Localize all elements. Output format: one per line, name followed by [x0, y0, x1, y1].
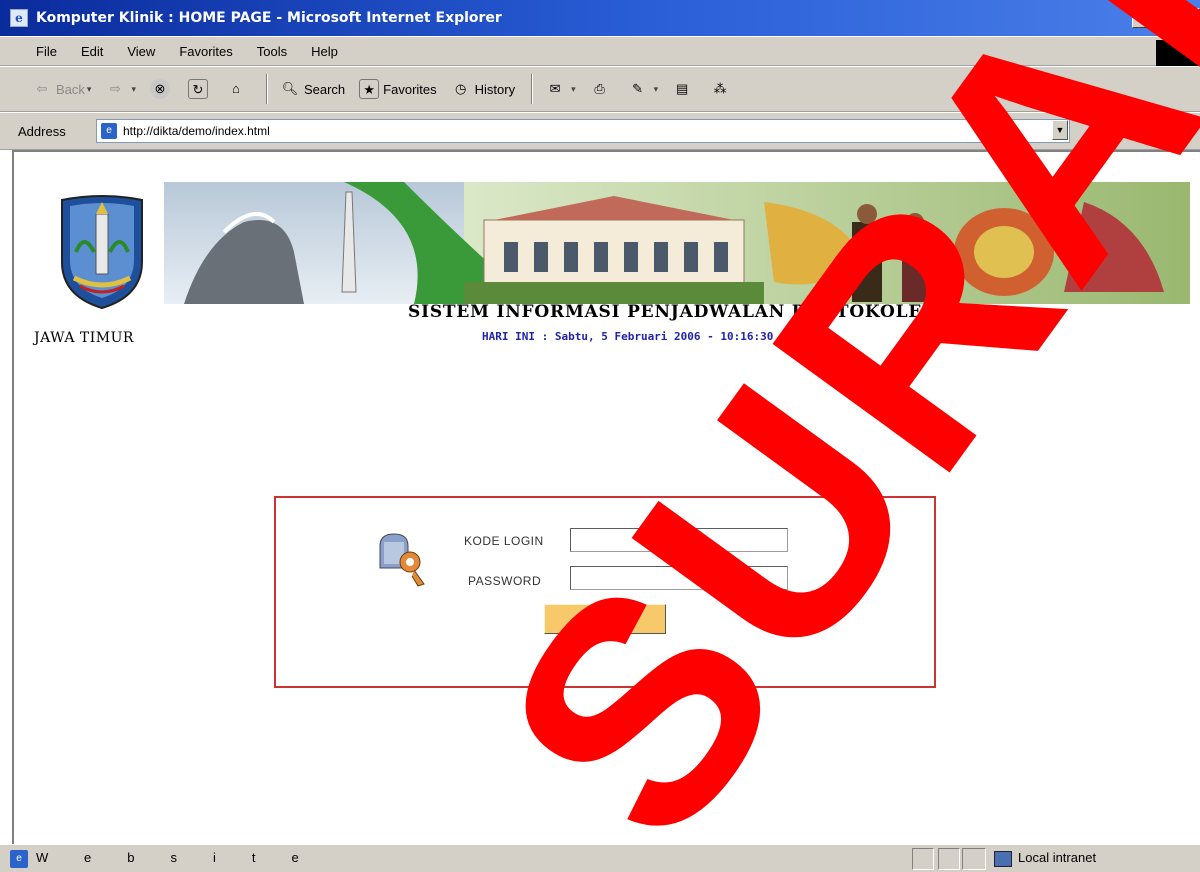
maximize-button[interactable]: □ [1156, 8, 1178, 28]
standard-toolbar: ⇦ Back ▾ ⇨ ▾ ⊗ ↻ ⌂ 🔍︎ Search ★ Favorites… [0, 66, 1200, 112]
page-content: JAWA TIMUR SISTEM INFORMASI PENJADWALAN … [12, 150, 1200, 844]
chevron-down-icon: ▾ [131, 83, 136, 94]
favorites-folder-icon: ★ [359, 79, 380, 99]
password-input[interactable] [570, 566, 788, 590]
messenger-button[interactable]: ⁂ [710, 79, 734, 99]
chevron-down-icon: ▾ [571, 83, 576, 94]
edit-button[interactable]: ✎ ▾ [628, 79, 659, 99]
kode-login-label: KODE LOGIN [464, 534, 544, 548]
address-bar: Address e http://dikta/demo/index.html ▼… [0, 112, 1200, 150]
window-titlebar: e Komputer Klinik : HOME PAGE - Microsof… [0, 0, 1200, 36]
edit-page-icon: ✎ [632, 81, 644, 96]
go-button[interactable]: ➜ Go [1092, 121, 1124, 137]
discuss-icon: ▤ [676, 81, 689, 96]
address-url: http://dikta/demo/index.html [123, 124, 270, 138]
address-label: Address [18, 123, 66, 139]
home-icon: ⌂ [232, 81, 240, 96]
stop-icon: ⊗ [149, 79, 170, 99]
links-button[interactable]: Links [1152, 119, 1198, 143]
refresh-icon: ↻ [187, 79, 208, 99]
close-button[interactable]: × [1180, 8, 1200, 28]
home-button[interactable]: ⌂ [226, 79, 250, 99]
minimize-button[interactable]: _ [1132, 8, 1154, 28]
address-dropdown-button[interactable]: ▼ [1052, 120, 1068, 140]
login-form: KODE LOGIN PASSWORD Login Now [274, 496, 936, 688]
search-label: Search [303, 81, 346, 97]
mail-icon: ✉ [549, 81, 561, 96]
status-panel [938, 848, 960, 870]
password-label: PASSWORD [468, 574, 542, 588]
menu-tools[interactable]: Tools [257, 44, 287, 59]
security-zone-label: Local intranet [1018, 850, 1097, 865]
menu-bar: File Edit View Favorites Tools Help [0, 36, 1200, 66]
date-line: HARI INI : Sabtu, 5 Februari 2006 - 10:1… [482, 330, 774, 343]
intranet-zone-icon [994, 851, 1012, 867]
jawa-timur-emblem-icon [61, 195, 143, 310]
messenger-icon: ⁂ [713, 81, 727, 96]
menu-favorites[interactable]: Favorites [179, 44, 232, 59]
forward-arrow-icon: ⇨ [109, 81, 121, 96]
back-label: Back [56, 81, 85, 97]
toolbar-separator [531, 74, 534, 104]
header-banner-image [164, 182, 1190, 304]
refresh-button[interactable]: ↻ [187, 79, 212, 99]
print-button[interactable]: ⎙ [590, 79, 614, 99]
favorites-label: Favorites [383, 81, 437, 97]
ie-app-icon: e [10, 9, 28, 27]
back-button[interactable]: ⇦ Back ▾ [32, 79, 92, 99]
window-title: Komputer Klinik : HOME PAGE - Microsoft … [36, 10, 502, 26]
back-arrow-icon: ⇦ [36, 81, 48, 96]
go-label: Go [1106, 121, 1124, 136]
stop-button[interactable]: ⊗ [149, 79, 174, 99]
favorites-button[interactable]: ★ Favorites [359, 79, 437, 99]
page-icon: e [101, 123, 117, 139]
menu-view[interactable]: View [127, 44, 155, 59]
menu-edit[interactable]: Edit [81, 44, 103, 59]
status-panel [912, 848, 934, 870]
chevron-down-icon: ▾ [86, 83, 92, 94]
search-button[interactable]: 🔍︎ Search [280, 79, 345, 99]
history-label: History [474, 81, 516, 97]
menu-help[interactable]: Help [311, 44, 338, 59]
status-panel [962, 848, 986, 870]
history-button[interactable]: ◷ History [451, 79, 515, 99]
status-bar: e Website Local intranet [0, 844, 1200, 872]
address-input[interactable]: e http://dikta/demo/index.html [96, 119, 1070, 143]
status-text: Website [36, 850, 335, 865]
page-status-icon: e [10, 850, 28, 868]
forward-button[interactable]: ⇨ ▾ [105, 79, 136, 99]
logo-caption: JAWA TIMUR [34, 330, 134, 346]
history-icon: ◷ [454, 81, 467, 96]
search-icon: 🔍︎ [281, 81, 299, 96]
go-arrow-icon: ➜ [1092, 121, 1103, 136]
throbber-logo [1156, 40, 1200, 66]
key-lock-icon [379, 533, 425, 587]
chevron-down-icon: ▾ [653, 83, 659, 94]
kode-login-input[interactable] [570, 528, 788, 552]
printer-icon: ⎙ [594, 81, 605, 96]
system-title: SISTEM INFORMASI PENJADWALAN PROTOKOLER [408, 302, 938, 322]
mail-button[interactable]: ✉ ▾ [545, 79, 576, 99]
toolbar-separator [265, 74, 268, 104]
discuss-button[interactable]: ▤ [672, 79, 696, 99]
menu-file[interactable]: File [36, 44, 57, 59]
login-now-button[interactable]: Login Now [544, 604, 666, 634]
